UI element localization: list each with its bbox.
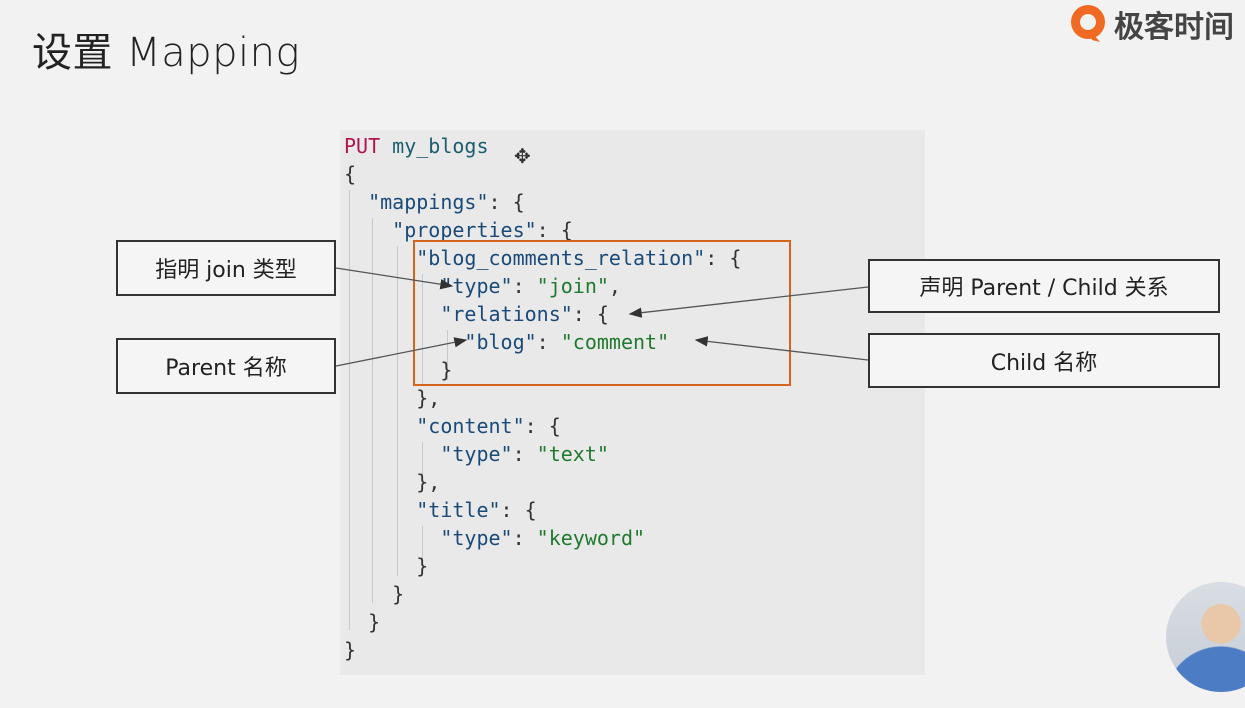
code-line: },	[416, 386, 441, 410]
code-line: }	[416, 554, 429, 578]
highlight-box	[413, 240, 791, 386]
code-line: "type": "text"	[440, 442, 609, 466]
code-line: }	[368, 610, 381, 634]
code-line: "content": {	[416, 414, 561, 438]
code-line: },	[416, 470, 441, 494]
slide-title: 设置 Mapping	[32, 30, 300, 76]
geektime-logo-icon	[1071, 5, 1105, 42]
code-line: }	[392, 582, 405, 606]
callout-parent-name: Parent 名称	[116, 338, 336, 394]
code-line: PUT my_blogs	[344, 134, 489, 158]
callout-declare-relation: 声明 Parent / Child 关系	[868, 259, 1220, 313]
code-line: }	[344, 638, 357, 662]
callout-join-type: 指明 join 类型	[116, 240, 336, 296]
code-line: {	[344, 162, 357, 186]
logo-text: 极客时间	[1114, 10, 1234, 45]
code-line: "type": "keyword"	[440, 526, 646, 550]
code-line: "mappings": {	[368, 190, 525, 214]
move-cursor-icon: ✥	[514, 146, 531, 168]
callout-child-name: Child 名称	[868, 333, 1220, 388]
code-line: "title": {	[416, 498, 537, 522]
brand-logo: 极客时间	[1068, 0, 1245, 48]
presenter-avatar	[1166, 582, 1245, 692]
